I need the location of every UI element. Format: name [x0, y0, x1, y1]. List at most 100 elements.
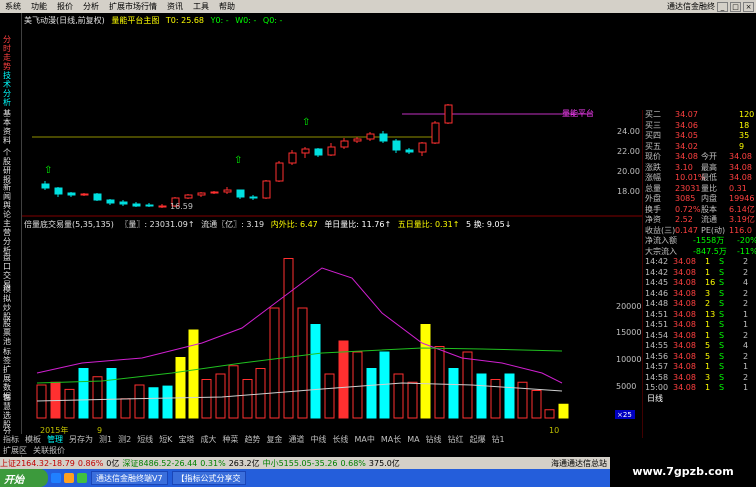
indicator-tab[interactable]: 测1 [96, 434, 115, 445]
left-tab-tech[interactable]: 技术分析 [3, 71, 13, 107]
task-tdx[interactable]: 通达信金融终端V7 [91, 471, 168, 485]
indicator-tab[interactable]: 宝塔 [175, 434, 197, 445]
candle-down [236, 189, 245, 198]
stat-row: 外盘 3085 内盘 19946 [643, 194, 756, 205]
chart-area[interactable]: ⇧ ⇧ ⇧ 16.59 24.00 22.00 20.00 18.00 量能平台 2… [22, 13, 642, 437]
menu-tools[interactable]: 工具 [188, 1, 214, 12]
stat-value: 116.0 [729, 225, 752, 235]
extension-tab-bar: 扩展区 关联报价 [0, 445, 642, 455]
start-button[interactable]: 开始 [0, 469, 48, 487]
indicator-tab[interactable]: 短K [156, 434, 175, 445]
close-icon[interactable]: × [743, 1, 754, 12]
tick-count: 1 [743, 362, 749, 371]
browser-icon[interactable] [51, 473, 61, 483]
sh-vol: 0亿 [106, 458, 120, 468]
indicator-tab[interactable]: 通道 [285, 434, 307, 445]
left-tab-main-biz[interactable]: 主营分析 [3, 219, 13, 255]
volume-info-line: 倍量底交易量(5,35,135) 〖量〗: 23031.09↑ 流通〖亿〗: 3… [24, 219, 511, 230]
indicator-tab-bar: 指标 模板 管理 另存为 测1 测2 短线 短K 宝塔 成大 种菜 趋势 复金 通道 中线 长线 MA中 MA长 M… [0, 434, 642, 445]
indicator-tab[interactable]: MA中 [351, 434, 377, 445]
left-tab-smart[interactable]: 智慧选股 [3, 393, 13, 429]
tick-row: 14:42 34.08 1 S 2 [643, 257, 756, 268]
indicator-tab[interactable]: 模板 [22, 434, 44, 445]
minute-row: 日线 [643, 394, 756, 405]
indicator-tab[interactable]: 测2 [115, 434, 134, 445]
stat-label: 最低 [701, 173, 717, 182]
stat-label: 外盘 [645, 194, 661, 203]
tick-volume: 1 [705, 383, 711, 392]
indicator-name[interactable]: 量能平台主图 [111, 16, 159, 25]
minimize-icon[interactable]: _ [717, 1, 728, 12]
menu-help[interactable]: 帮助 [214, 1, 240, 12]
left-tab-pool[interactable]: 股票池 [3, 319, 13, 346]
indicator-tab[interactable]: 长线 [329, 434, 351, 445]
candle-up [80, 193, 89, 196]
buy-arrow-icon: ⇧ [234, 155, 242, 166]
volume-bar [352, 351, 363, 419]
indicator-tab[interactable]: 复金 [263, 434, 285, 445]
stat-row: 换手 0.72% 股本 6.14亿 [643, 205, 756, 216]
indicator-tab[interactable]: 成大 [197, 434, 219, 445]
tick-count: 2 [743, 267, 749, 277]
tick-side: S [719, 362, 725, 371]
stat-value: 0.31 [729, 183, 747, 193]
stat-value: 3085 [675, 194, 696, 203]
menu-function[interactable]: 功能 [26, 1, 52, 12]
indicator-tab[interactable]: 钻线 [423, 434, 445, 445]
stat-value: 34.08 [729, 152, 752, 161]
volume-bar [517, 381, 528, 419]
left-tab-news[interactable]: 新闻舆论 [3, 183, 13, 219]
vol-indicator-title[interactable]: 倍量底交易量(5,35,135) [24, 220, 114, 229]
volume-bar [106, 368, 117, 419]
candle-down [106, 199, 115, 204]
app-icon[interactable] [77, 473, 87, 483]
task-forum[interactable]: 【指标公式分享交 [171, 471, 246, 485]
volume-bar [504, 373, 515, 419]
tick-count: 2 [743, 299, 749, 308]
indicator-tab[interactable]: 起爆 [467, 434, 489, 445]
vol-tick-5000: 5000 [616, 382, 636, 391]
left-tab-tag[interactable]: 标签 [3, 347, 13, 365]
candle-down [392, 140, 401, 151]
stat-value: 0.147 [675, 225, 698, 235]
candle-up [431, 122, 440, 144]
menu-ext-market[interactable]: 扩展市场行情 [104, 1, 162, 12]
indicator-tab[interactable]: 短线 [134, 434, 156, 445]
indicator-tab[interactable]: 指标 [0, 434, 22, 445]
volume-bar [242, 379, 253, 419]
indicator-tab[interactable]: 另存为 [66, 434, 96, 445]
extension-tab[interactable]: 关联报价 [30, 445, 68, 456]
indicator-tab[interactable]: 钻红 [445, 434, 467, 445]
indicator-tab[interactable]: MA [404, 435, 422, 444]
tick-side: S [719, 257, 725, 266]
volume-bar [201, 379, 212, 419]
menu-quote[interactable]: 报价 [52, 1, 78, 12]
bid-label: 买二 [645, 110, 661, 119]
left-tab-report[interactable]: 个股研报 [3, 148, 13, 184]
indicator-tab[interactable]: 管理 [44, 434, 66, 445]
tick-volume: 1 [705, 320, 711, 329]
left-tab-sim[interactable]: 模拟炒股 [3, 285, 13, 321]
zx-pct: 0.68% [340, 458, 366, 468]
folder-icon[interactable] [64, 473, 74, 483]
vol-value: 〖量〗: 23031.09↑ [120, 220, 195, 229]
indicator-tab[interactable]: MA长 [378, 434, 404, 445]
indicator-tab[interactable]: 中线 [307, 434, 329, 445]
indicator-tab[interactable]: 钻1 [489, 434, 508, 445]
candle-up [223, 189, 232, 193]
menu-analysis[interactable]: 分析 [78, 1, 104, 12]
restore-icon[interactable]: □ [730, 1, 741, 12]
volume-bar [64, 388, 75, 419]
indicator-tab[interactable]: 趋势 [241, 434, 263, 445]
server-name[interactable]: 海通通达信总站 [551, 458, 607, 469]
left-tab-minute[interactable]: 分时走势 [3, 35, 13, 71]
left-tab-fundamental[interactable]: 基本资料 [3, 109, 13, 145]
candle-up [327, 146, 336, 156]
indicator-tab[interactable]: 种菜 [219, 434, 241, 445]
menu-system[interactable]: 系统 [0, 1, 26, 12]
extension-tab[interactable]: 扩展区 [0, 445, 30, 456]
tick-side: S [719, 341, 725, 350]
menu-info[interactable]: 资讯 [162, 1, 188, 12]
stat-value: 19946 [729, 194, 755, 203]
left-tab-trade[interactable]: 盘口交易 [3, 253, 13, 289]
